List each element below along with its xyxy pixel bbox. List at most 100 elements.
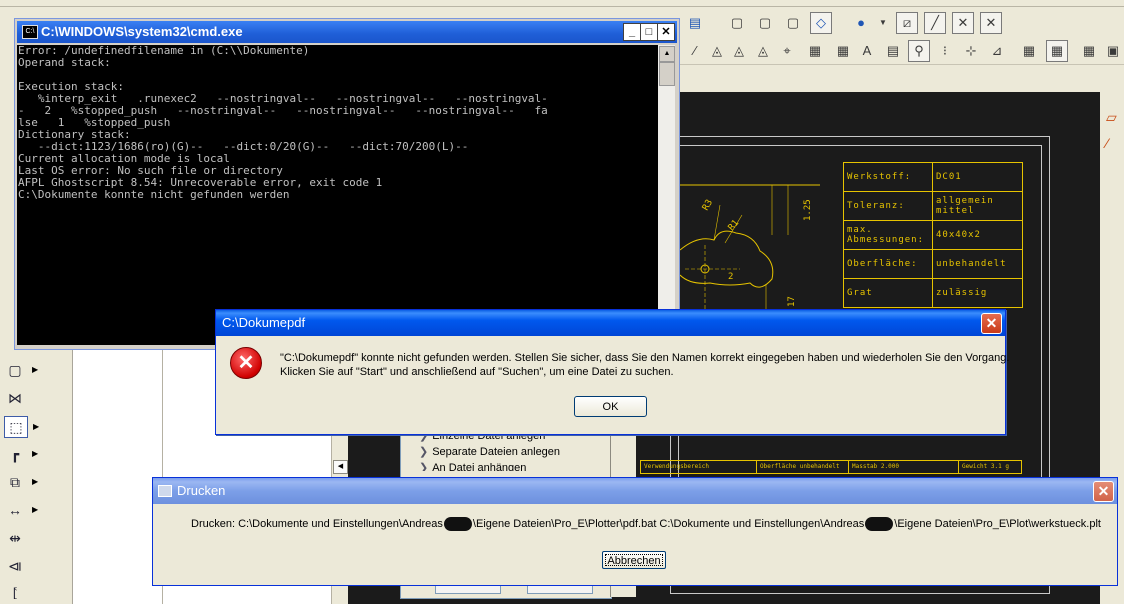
dimension-icon[interactable]: ▦ <box>832 40 854 62</box>
chevron-right-icon: ❯ <box>419 462 429 471</box>
error-message: Klicken Sie auf "Start" und anschließend… <box>280 366 674 378</box>
minimize-button[interactable]: _ <box>623 23 641 41</box>
footer-cell: Masstab 2.000 <box>849 461 959 473</box>
redaction-mark <box>443 517 472 531</box>
grid-icon[interactable]: ⁝ <box>934 40 956 62</box>
redaction-mark <box>865 517 894 531</box>
draft-line-icon[interactable]: ⁄ <box>684 40 706 62</box>
print-dialog-title-bar[interactable]: Drucken ✕ <box>153 478 1117 504</box>
title-block-key: Werkstoff: <box>843 162 933 192</box>
dropdown-arrow-icon[interactable]: ▼ <box>872 12 894 34</box>
rectangle-tool-icon[interactable]: ▢ ▶ <box>4 360 38 380</box>
dimension-label: 1.25 <box>803 199 813 221</box>
title-block-row: Oberfläche: unbehandelt <box>843 249 1023 279</box>
scroll-arrow-icon[interactable]: ◀ <box>333 460 348 474</box>
footer-cell: Gewicht 3.1 g <box>962 463 1009 470</box>
points-icon[interactable]: ✕ <box>980 12 1002 34</box>
expand-arrow-icon[interactable]: ▶ <box>32 500 38 520</box>
top-toolbar: ▤ ▢ ▢ ▢ ◇ ● ▼ ⧄ ╱ ✕ ✕ <box>680 8 1124 38</box>
line-icon[interactable]: ╱ <box>924 12 946 34</box>
list-item[interactable]: ❯ Separate Dateien anlegen <box>419 445 560 458</box>
list-item[interactable]: ❯ An Datei anhängen <box>419 461 526 471</box>
dimension-tool-icon[interactable]: ↔ ▶ <box>4 500 38 520</box>
draw-line-icon[interactable]: ⁄ <box>1106 135 1108 151</box>
close-button[interactable]: ✕ <box>657 23 675 41</box>
error-icon: ✕ <box>230 347 262 379</box>
points-icon[interactable]: ✕ <box>952 12 974 34</box>
title-block-key: Oberfläche: <box>843 249 933 279</box>
console-line: Error: /undefinedfilename in (C:\\Dokume… <box>18 45 310 57</box>
title-block-row: Werkstoff: DC01 <box>843 162 1023 192</box>
title-block-value: allgemein mittel <box>932 191 1023 221</box>
print-dialog-title: Drucken <box>177 483 226 498</box>
error-message: "C:\Dokumepdf" konnte nicht gefunden wer… <box>280 352 1010 364</box>
sketch-plane-icon[interactable]: ▱ <box>1106 109 1117 126</box>
title-block-key: max. Abmessungen: <box>843 220 933 250</box>
globe-icon[interactable]: ● <box>850 12 872 34</box>
shaded-view-icon[interactable]: ◇ <box>810 12 832 34</box>
table-edit-icon[interactable]: ▣ <box>1102 40 1124 62</box>
cmd-title-bar[interactable]: C:\ C:\WINDOWS\system32\cmd.exe _ □ ✕ <box>17 21 677 43</box>
dimension-label: 2 <box>728 272 733 282</box>
datum-icon[interactable]: ◬ <box>706 40 728 62</box>
menu-bar <box>0 0 1124 7</box>
close-button[interactable]: ✕ <box>1093 481 1114 502</box>
expand-arrow-icon[interactable]: ▶ <box>33 417 39 437</box>
cmd-scrollbar[interactable]: ▲ <box>658 45 675 345</box>
scroll-up-icon[interactable]: ▲ <box>659 46 675 62</box>
expand-arrow-icon[interactable]: ▶ <box>32 444 38 464</box>
cmd-window[interactable]: C:\ C:\WINDOWS\system32\cmd.exe _ □ ✕ Er… <box>14 18 680 350</box>
dimension-icon[interactable]: ▦ <box>804 40 826 62</box>
close-button[interactable]: ✕ <box>981 313 1002 334</box>
printer-icon <box>158 485 172 497</box>
print-command-text: Drucken: C:\Dokumente und Einstellungen\… <box>191 517 1101 531</box>
cmd-window-title: C:\WINDOWS\system32\cmd.exe <box>41 24 243 39</box>
chevron-right-icon: ❯ <box>419 446 429 458</box>
select-tool-icon[interactable]: ⬚ ▶ <box>4 416 39 438</box>
scroll-thumb[interactable] <box>659 62 675 86</box>
dimension-label: 17 <box>787 296 797 307</box>
sketch-icon[interactable]: ⧄ <box>896 12 918 34</box>
footer-cell: Oberfläche unbehandelt <box>757 461 849 473</box>
title-block-row: Grat zulässig <box>843 278 1023 308</box>
expand-arrow-icon[interactable]: ▶ <box>32 360 38 380</box>
title-block-value: unbehandelt <box>932 249 1023 279</box>
cmd-icon: C:\ <box>22 25 38 39</box>
mirror-tool-icon[interactable]: ⋈ <box>4 388 26 408</box>
offset-tool-icon[interactable]: ⧉ ▶ <box>4 472 38 492</box>
expand-arrow-icon[interactable]: ▶ <box>32 472 38 492</box>
balloon-icon[interactable]: ⌖ <box>776 40 798 62</box>
title-block-row: Toleranz: allgemein mittel <box>843 191 1023 221</box>
mirror-icon[interactable]: ⊿ <box>986 40 1008 62</box>
bracket-tool-icon[interactable]: ⦍ <box>4 582 26 602</box>
print-dialog[interactable]: Drucken ✕ Drucken: C:\Dokumente und Eins… <box>152 477 1118 586</box>
view-box-icon[interactable]: ▢ <box>726 12 748 34</box>
console-output[interactable]: Error: /undefinedfilename in (C:\\Dokume… <box>17 45 658 345</box>
text-icon[interactable]: A <box>856 40 878 62</box>
table-icon[interactable]: ▦ <box>1078 40 1100 62</box>
corner-tool-icon[interactable]: ┏ ▶ <box>4 444 38 464</box>
view-box-icon[interactable]: ▢ <box>754 12 776 34</box>
zoom-icon[interactable]: ⚲ <box>908 40 930 62</box>
align-icon[interactable]: ⊹ <box>960 40 982 62</box>
title-block-key: Toleranz: <box>843 191 933 221</box>
datum-icon[interactable]: ◬ <box>728 40 750 62</box>
title-block-footer: Verwendungsbereich Oberfläche unbehandel… <box>640 460 1022 474</box>
ok-button[interactable]: OK <box>574 396 647 417</box>
cancel-button[interactable]: Abbrechen <box>602 551 666 569</box>
maximize-button[interactable]: □ <box>640 23 658 41</box>
datum-icon[interactable]: ◬ <box>752 40 774 62</box>
layer-icon[interactable]: ▤ <box>684 12 706 34</box>
title-block-value: zulässig <box>932 278 1023 308</box>
view-box-icon[interactable]: ▢ <box>782 12 804 34</box>
dimension-tool-icon[interactable]: ⇹ <box>4 528 26 548</box>
error-dialog-title-bar[interactable]: C:\Dokumepdf ✕ <box>216 310 1005 336</box>
text-tool-icon[interactable]: ⧏ <box>4 556 26 576</box>
title-block-row: max. Abmessungen: 40x40x2 <box>843 220 1023 250</box>
table-icon[interactable]: ▦ <box>1018 40 1040 62</box>
table-icon[interactable]: ▦ <box>1046 40 1068 62</box>
left-toolbar: ▢ ▶ ⋈ ⬚ ▶ ┏ ▶ ⧉ ▶ ↔ ▶ ⇹ ⧏ ⦍ <box>0 345 73 604</box>
title-block-value: 40x40x2 <box>932 220 1023 250</box>
error-dialog[interactable]: C:\Dokumepdf ✕ ✕ "C:\Dokumepdf" konnte n… <box>215 309 1010 435</box>
note-icon[interactable]: ▤ <box>882 40 904 62</box>
